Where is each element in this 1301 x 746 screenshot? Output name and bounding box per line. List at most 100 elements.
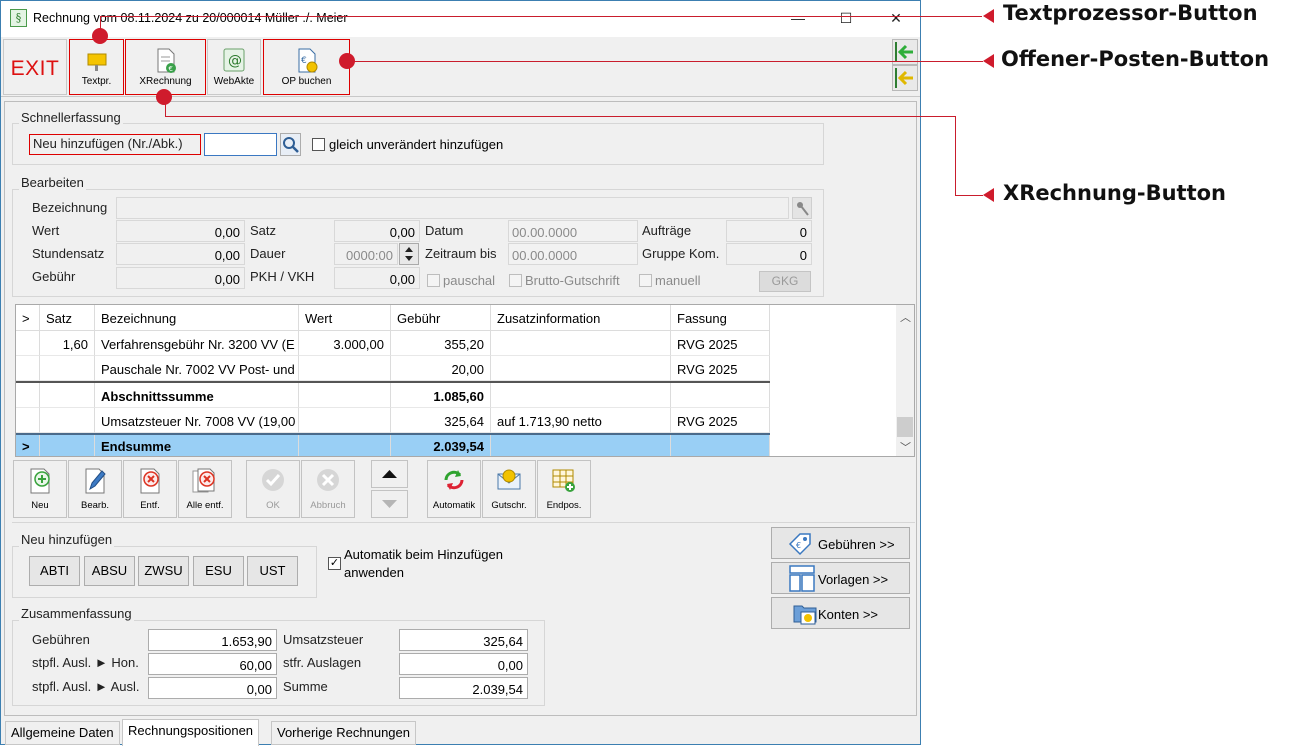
annotation-dot-textprozessor: [92, 28, 108, 44]
gkg-button[interactable]: GKG: [759, 271, 811, 292]
webakte-button[interactable]: @ WebAkte: [207, 39, 261, 95]
unchanged-add-label: gleich unverändert hinzufügen: [329, 137, 504, 152]
satz-field[interactable]: 0,00: [334, 220, 420, 242]
endpos-button[interactable]: Endpos.: [537, 460, 591, 518]
gebuehr-field[interactable]: 0,00: [116, 267, 245, 289]
row-gebuehr: 2.039,54: [391, 435, 491, 456]
automatik-checkbox-label-1: Automatik beim Hinzufügen: [344, 547, 503, 562]
dauer-field[interactable]: 0000:00: [334, 243, 398, 265]
exit-button[interactable]: EXIT: [3, 39, 67, 95]
bearbeiten-button[interactable]: Bearb.: [68, 460, 122, 518]
op-buchen-button[interactable]: € OP buchen: [263, 39, 350, 95]
col-bezeichnung-header[interactable]: Bezeichnung: [95, 305, 299, 331]
row-gebuehr: 20,00: [391, 356, 491, 381]
quick-add-input[interactable]: [204, 133, 277, 156]
scroll-thumb[interactable]: [897, 417, 913, 437]
stfr-field[interactable]: 0,00: [399, 653, 528, 675]
col-wert-header[interactable]: Wert: [299, 305, 391, 331]
xrechnung-button[interactable]: € XRechnung: [125, 39, 206, 95]
neu-button[interactable]: Neu: [13, 460, 67, 518]
entfernen-button[interactable]: Entf.: [123, 460, 177, 518]
col-gebuehr-header[interactable]: Gebühr: [391, 305, 491, 331]
code-button-ust[interactable]: UST: [247, 556, 298, 586]
maximize-icon[interactable]: ☐: [835, 7, 857, 29]
move-down-button[interactable]: [371, 490, 408, 518]
abbruch-label: Abbruch: [310, 500, 346, 511]
webakte-label: WebAkte: [213, 76, 255, 87]
stundensatz-label: Stundensatz: [32, 246, 105, 261]
manuell-label: manuell: [655, 273, 701, 288]
brutto-gutschrift-checkbox[interactable]: [509, 274, 522, 287]
automatik-button[interactable]: Automatik: [427, 460, 481, 518]
table-scrollbar[interactable]: ︿ ﹀: [896, 305, 914, 456]
pauschal-checkbox[interactable]: [427, 274, 440, 287]
stpfl-hon-field[interactable]: 60,00: [148, 653, 277, 675]
gruppe-field[interactable]: 0: [726, 243, 812, 265]
refresh-icon: [444, 470, 464, 490]
divider: [12, 522, 915, 523]
bezeichnung-lookup-button[interactable]: [792, 197, 812, 219]
konten-nav-button[interactable]: Konten >>: [771, 597, 910, 629]
satz-label: Satz: [250, 223, 277, 238]
datum-field[interactable]: 00.00.0000: [508, 220, 638, 242]
zeitraum-field[interactable]: 00.00.0000: [508, 243, 638, 265]
side-arrow-button-2[interactable]: [892, 65, 918, 91]
ust-field[interactable]: 325,64: [399, 629, 528, 651]
row-bezeichnung: Pauschale Nr. 7002 VV Post- und: [95, 356, 299, 381]
title-bar: § Rechnung vom 08.11.2024 zu 20/000014 M…: [1, 1, 920, 37]
svg-text:€: €: [301, 56, 307, 66]
vorlagen-nav-button[interactable]: Vorlagen >>: [771, 562, 910, 594]
search-button[interactable]: [280, 133, 301, 156]
stpfl-ausl-field[interactable]: 0,00: [148, 677, 277, 699]
code-button-esu[interactable]: ESU: [193, 556, 244, 586]
abbruch-button[interactable]: Abbruch: [301, 460, 355, 518]
bearbeiten-title: Bearbeiten: [19, 175, 86, 190]
col-zusatz-header[interactable]: Zusatzinformation: [491, 305, 671, 331]
alle-entfernen-button[interactable]: Alle entf.: [178, 460, 232, 518]
col-marker-header[interactable]: >: [16, 305, 40, 331]
row-fassung: RVG 2025: [671, 356, 770, 381]
row-satz: [40, 408, 95, 433]
xrechnung-icon: €: [157, 48, 176, 73]
minimize-icon[interactable]: —: [787, 7, 809, 29]
tab-vorherige-rechnungen[interactable]: Vorherige Rechnungen: [271, 721, 416, 745]
tab-rechnungspositionen[interactable]: Rechnungspositionen: [122, 719, 260, 746]
scroll-up-icon[interactable]: ︿: [900, 309, 911, 325]
ok-label: OK: [266, 500, 280, 511]
col-fassung-header[interactable]: Fassung: [671, 305, 770, 331]
table-row-selected[interactable]: > Endsumme 2.039,54: [16, 433, 770, 456]
col-satz-header[interactable]: Satz: [40, 305, 95, 331]
auftraege-field[interactable]: 0: [726, 220, 812, 242]
ok-button[interactable]: OK: [246, 460, 300, 518]
pkh-field[interactable]: 0,00: [334, 267, 420, 289]
scroll-down-icon[interactable]: ﹀: [900, 439, 911, 455]
wert-field[interactable]: 0,00: [116, 220, 245, 242]
sum-gebuehren-field[interactable]: 1.653,90: [148, 629, 277, 651]
konten-nav-label: Konten >>: [818, 607, 878, 622]
manuell-checkbox[interactable]: [639, 274, 652, 287]
gebuehren-nav-button[interactable]: € Gebühren >>: [771, 527, 910, 559]
code-button-zwsu[interactable]: ZWSU: [138, 556, 189, 586]
close-icon[interactable]: ✕: [885, 7, 907, 29]
tab-allgemeine-daten[interactable]: Allgemeine Daten: [5, 721, 120, 745]
row-satz: [40, 383, 95, 408]
automatik-label: Automatik: [432, 500, 476, 511]
row-fassung: RVG 2025: [671, 331, 770, 356]
ust-label: Umsatzsteuer: [283, 632, 364, 647]
stundensatz-field[interactable]: 0,00: [116, 243, 245, 265]
automatik-checkbox[interactable]: ✓: [328, 557, 341, 570]
summe-field[interactable]: 2.039,54: [399, 677, 528, 699]
unchanged-add-checkbox[interactable]: [312, 138, 325, 151]
bezeichnung-field[interactable]: [116, 197, 789, 219]
annotation-line-xrechnung-2: [955, 195, 983, 196]
dauer-spinner[interactable]: [399, 243, 419, 265]
code-button-absu[interactable]: ABSU: [84, 556, 135, 586]
row-gebuehr: 325,64: [391, 408, 491, 433]
main-panel: Schnellerfassung Neu hinzufügen (Nr./Abk…: [4, 101, 917, 716]
code-button-abti[interactable]: ABTI: [29, 556, 80, 586]
op-buchen-icon: €: [298, 48, 317, 73]
gutschrift-button[interactable]: Gutschr.: [482, 460, 536, 518]
textprozessor-button[interactable]: Textpr.: [69, 39, 124, 95]
app-icon: §: [10, 9, 27, 27]
move-up-button[interactable]: [371, 460, 408, 488]
